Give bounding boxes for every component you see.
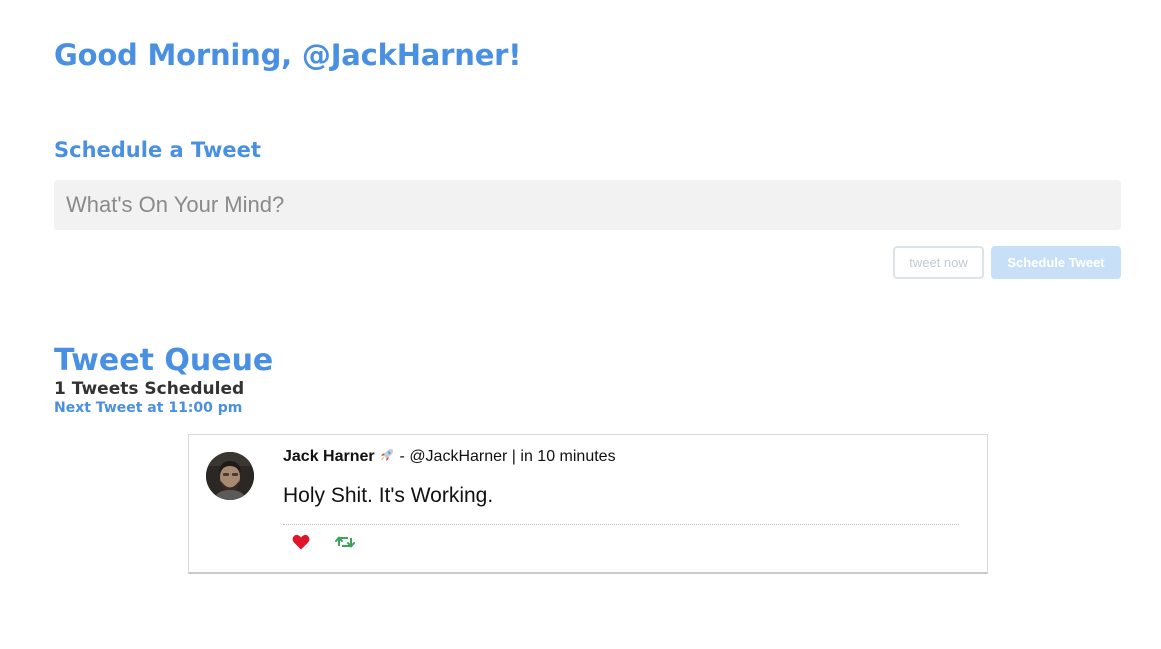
tweet-time-separator: | (507, 448, 521, 465)
avatar-image (206, 452, 254, 500)
queue-title: Tweet Queue (54, 343, 274, 378)
tweet-now-button[interactable]: tweet now (893, 246, 984, 279)
avatar (206, 452, 254, 500)
like-button[interactable] (290, 532, 312, 552)
tweet-author-handle: @JackHarner (409, 448, 508, 465)
tweet-author-name: Jack Harner (283, 448, 375, 465)
retweet-button[interactable] (334, 532, 356, 552)
rocket-emoji (379, 448, 399, 465)
page: Good Morning, @JackHarner! Schedule a Tw… (0, 0, 1161, 649)
retweet-icon (335, 536, 355, 548)
tweet-scheduled-time: in 10 minutes (520, 448, 616, 465)
tweet-divider (283, 524, 959, 525)
queue-count: 1 Tweets Scheduled (54, 379, 245, 399)
tweet-compose-input[interactable] (54, 180, 1121, 230)
queue-next-time: Next Tweet at 11:00 pm (54, 400, 243, 416)
heart-icon (292, 534, 310, 550)
schedule-tweet-button[interactable]: Schedule Tweet (991, 246, 1121, 279)
rocket-icon (381, 449, 394, 461)
tweet-header: Jack Harner - @JackHarner | in 10 minute… (283, 447, 616, 467)
schedule-heading: Schedule a Tweet (54, 138, 261, 162)
greeting-title: Good Morning, @JackHarner! (54, 38, 522, 72)
tweet-text: Holy Shit. It's Working. (283, 484, 494, 507)
tweet-separator: - (399, 448, 410, 465)
queued-tweet-card: Jack Harner - @JackHarner | in 10 minute… (188, 434, 988, 574)
